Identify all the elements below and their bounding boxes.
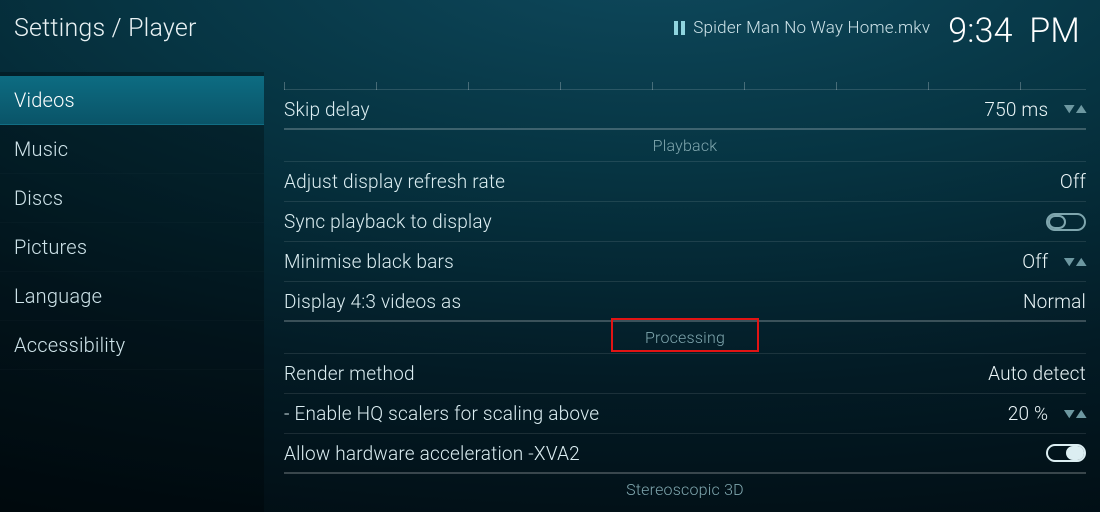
scroll-tick-ruler	[284, 72, 1086, 90]
clock: 9:34 PM	[948, 14, 1080, 48]
setting-display-4-3[interactable]: Display 4:3 videos as Normal	[284, 282, 1086, 322]
setting-hq-scalers[interactable]: - Enable HQ scalers for scaling above 20…	[284, 394, 1086, 434]
sidebar-item-pictures[interactable]: Pictures	[0, 223, 264, 272]
now-playing[interactable]: Spider Man No Way Home.mkv	[674, 18, 930, 38]
breadcrumb: Settings / Player	[14, 14, 197, 43]
hw-accel-toggle[interactable]	[1046, 444, 1086, 462]
adjust-refresh-value: Off	[1060, 170, 1086, 193]
sidebar-item-discs[interactable]: Discs	[0, 174, 264, 223]
render-method-value: Auto detect	[988, 362, 1086, 385]
sync-playback-toggle[interactable]	[1046, 213, 1086, 231]
section-header-playback: Playback	[284, 130, 1086, 162]
section-header-processing: Processing	[284, 322, 1086, 354]
settings-panel: Skip delay 750 ms ▼▲ Playback Adjust dis…	[264, 72, 1100, 512]
sidebar-item-language[interactable]: Language	[0, 272, 264, 321]
hq-scalers-value: 20 %	[1008, 402, 1049, 425]
sidebar-item-videos[interactable]: Videos	[0, 76, 264, 125]
sidebar-item-accessibility[interactable]: Accessibility	[0, 321, 264, 370]
setting-render-method[interactable]: Render method Auto detect	[284, 354, 1086, 394]
setting-adjust-refresh-rate[interactable]: Adjust display refresh rate Off	[284, 162, 1086, 202]
display-4-3-value: Normal	[1023, 290, 1086, 313]
settings-sidebar: Videos Music Discs Pictures Language Acc…	[0, 72, 264, 512]
min-blackbars-value: Off	[1022, 250, 1048, 273]
pause-icon	[674, 21, 685, 35]
spinner-icon[interactable]: ▼▲	[1062, 407, 1086, 421]
spinner-icon[interactable]: ▼▲	[1062, 255, 1086, 269]
setting-sync-playback[interactable]: Sync playback to display	[284, 202, 1086, 242]
sidebar-item-music[interactable]: Music	[0, 125, 264, 174]
section-header-stereo3d: Stereoscopic 3D	[284, 474, 1086, 505]
spinner-icon[interactable]: ▼▲	[1062, 102, 1086, 116]
setting-minimise-black-bars[interactable]: Minimise black bars Off ▼▲	[284, 242, 1086, 282]
skip-delay-value: 750 ms	[984, 98, 1048, 121]
setting-hw-accel[interactable]: Allow hardware acceleration -XVA2	[284, 434, 1086, 474]
setting-skip-delay[interactable]: Skip delay 750 ms ▼▲	[284, 90, 1086, 130]
now-playing-title: Spider Man No Way Home.mkv	[693, 18, 930, 38]
